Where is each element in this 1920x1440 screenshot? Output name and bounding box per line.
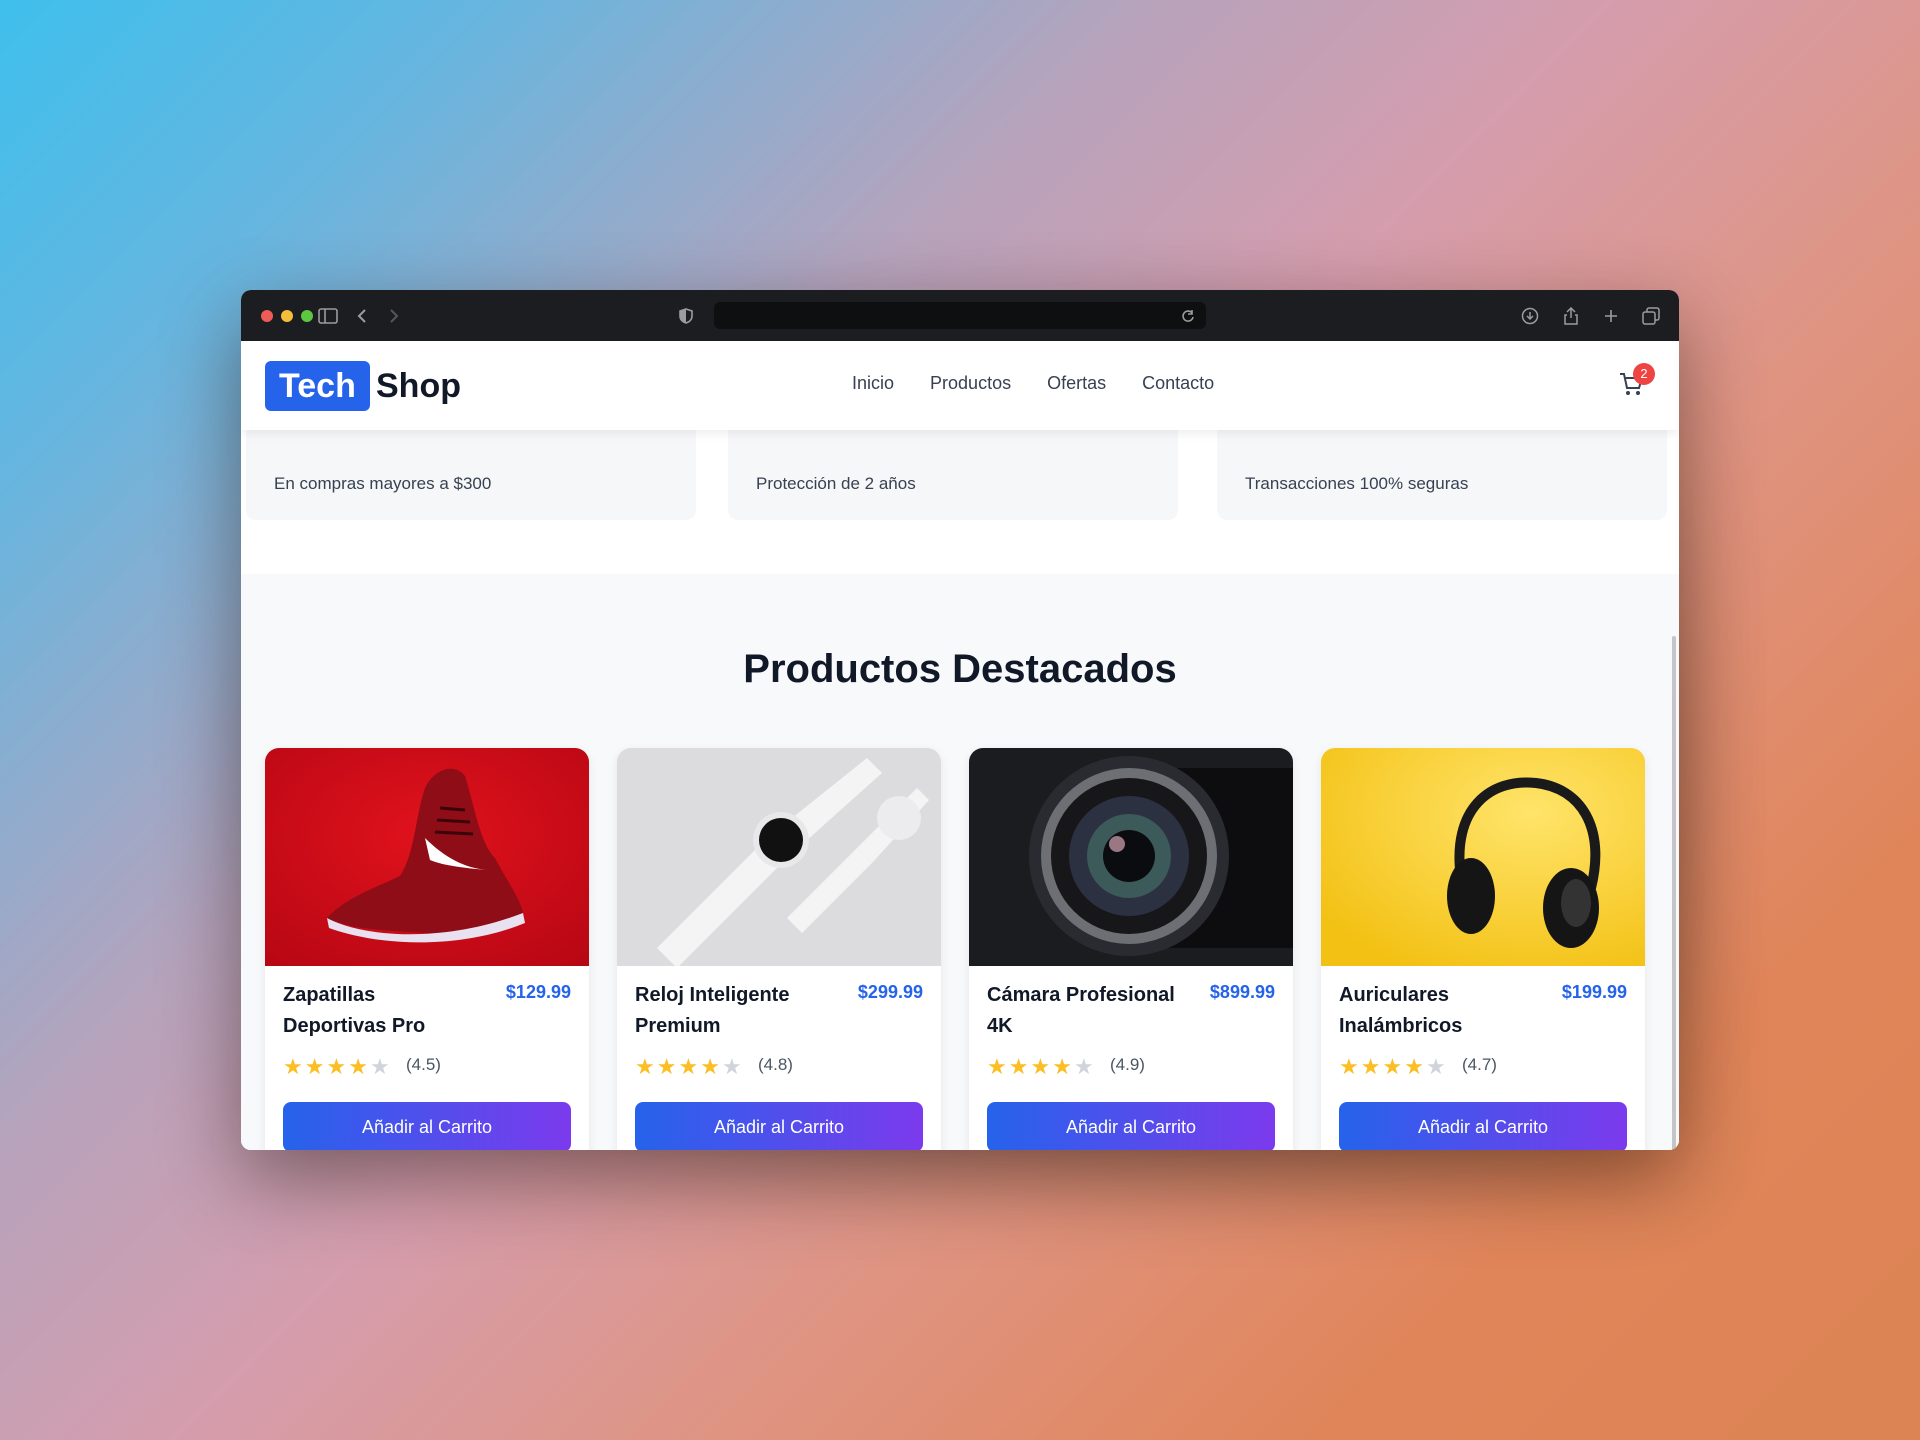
star-empty-icon: ★ <box>1425 1054 1446 1079</box>
product-card: Cámara Profesional 4K $899.99 ★ ★ ★ ★ ★ … <box>969 748 1293 1150</box>
rating-value: (4.8) <box>758 1055 793 1074</box>
product-image-smartwatch[interactable] <box>617 748 941 966</box>
browser-window: En compras mayores a $300 Protección de … <box>241 290 1679 1150</box>
download-icon[interactable] <box>1517 303 1543 329</box>
star-filled-icon: ★ <box>1360 1054 1381 1079</box>
star-rating: ★ ★ ★ ★ ★ <box>635 1055 742 1079</box>
add-to-cart-button[interactable]: Añadir al Carrito <box>987 1102 1275 1150</box>
star-empty-icon: ★ <box>1073 1054 1094 1079</box>
star-filled-icon: ★ <box>678 1054 699 1079</box>
nav-link-contacto[interactable]: Contacto <box>1142 373 1214 394</box>
nav-link-inicio[interactable]: Inicio <box>852 373 894 394</box>
star-empty-icon: ★ <box>369 1054 390 1079</box>
product-name[interactable]: Reloj Inteligente Premium <box>635 980 835 1042</box>
star-rating: ★ ★ ★ ★ ★ <box>1339 1055 1446 1079</box>
browser-toolbar <box>241 290 1679 341</box>
star-filled-icon: ★ <box>700 1054 720 1079</box>
star-filled-icon: ★ <box>1382 1054 1403 1079</box>
tab-overview-icon[interactable] <box>1638 303 1664 329</box>
star-filled-icon: ★ <box>1339 1054 1359 1079</box>
star-filled-icon: ★ <box>304 1054 325 1079</box>
add-to-cart-button[interactable]: Añadir al Carrito <box>283 1102 571 1150</box>
star-filled-icon: ★ <box>1030 1054 1051 1079</box>
product-price: $199.99 <box>1561 982 1627 1002</box>
nav-link-ofertas[interactable]: Ofertas <box>1047 373 1106 394</box>
product-image-headphones[interactable] <box>1321 748 1645 966</box>
star-filled-icon: ★ <box>987 1054 1007 1079</box>
rating-value: (4.9) <box>1110 1055 1145 1074</box>
star-filled-icon: ★ <box>1052 1054 1072 1079</box>
logo-tech[interactable]: Tech <box>265 361 370 411</box>
product-price: $129.99 <box>505 982 571 1002</box>
product-name[interactable]: Cámara Profesional 4K <box>987 980 1187 1042</box>
product-name[interactable]: Auriculares Inalámbricos <box>1339 980 1539 1042</box>
star-filled-icon: ★ <box>1404 1054 1424 1079</box>
star-filled-icon: ★ <box>326 1054 347 1079</box>
star-filled-icon: ★ <box>1008 1054 1029 1079</box>
address-bar[interactable] <box>714 302 1206 329</box>
star-filled-icon: ★ <box>635 1054 655 1079</box>
close-window-button[interactable] <box>261 310 273 322</box>
product-card: Auriculares Inalámbricos $199.99 ★ ★ ★ ★… <box>1321 748 1645 1150</box>
feature-text: En compras mayores a $300 <box>274 474 492 493</box>
site-header: Tech Shop Inicio Productos Ofertas Conta… <box>241 341 1679 430</box>
product-price: $899.99 <box>1209 982 1275 1002</box>
web-page: En compras mayores a $300 Protección de … <box>241 341 1679 1150</box>
star-rating: ★ ★ ★ ★ ★ <box>987 1055 1094 1079</box>
product-price: $299.99 <box>857 982 923 1002</box>
back-icon[interactable] <box>349 303 375 329</box>
star-empty-icon: ★ <box>721 1054 742 1079</box>
reload-icon[interactable] <box>1175 303 1201 329</box>
product-name[interactable]: Zapatillas Deportivas Pro <box>283 980 483 1042</box>
cart-count-badge: 2 <box>1633 363 1655 385</box>
star-filled-icon: ★ <box>656 1054 677 1079</box>
new-tab-icon[interactable] <box>1598 303 1624 329</box>
star-rating: ★ ★ ★ ★ ★ <box>283 1055 390 1079</box>
product-image-camera[interactable] <box>969 748 1293 966</box>
logo-shop[interactable]: Shop <box>376 361 461 411</box>
star-filled-icon: ★ <box>283 1054 303 1079</box>
page-scrollbar[interactable] <box>1672 636 1676 1150</box>
zoom-window-button[interactable] <box>301 310 313 322</box>
forward-icon[interactable] <box>381 303 407 329</box>
main-nav: Inicio Productos Ofertas Contacto <box>852 373 1214 394</box>
add-to-cart-button[interactable]: Añadir al Carrito <box>635 1102 923 1150</box>
add-to-cart-button[interactable]: Añadir al Carrito <box>1339 1102 1627 1150</box>
feature-text: Transacciones 100% seguras <box>1245 474 1469 493</box>
share-icon[interactable] <box>1558 303 1584 329</box>
sidebar-icon[interactable] <box>315 303 341 329</box>
product-image-sneaker[interactable] <box>265 748 589 966</box>
product-card: Reloj Inteligente Premium $299.99 ★ ★ ★ … <box>617 748 941 1150</box>
product-card: Zapatillas Deportivas Pro $129.99 ★ ★ ★ … <box>265 748 589 1150</box>
rating-value: (4.7) <box>1462 1055 1497 1074</box>
section-title: Productos Destacados <box>743 647 1177 691</box>
shield-icon[interactable] <box>673 303 699 329</box>
feature-text: Protección de 2 años <box>756 474 916 493</box>
rating-value: (4.5) <box>406 1055 441 1074</box>
minimize-window-button[interactable] <box>281 310 293 322</box>
nav-link-productos[interactable]: Productos <box>930 373 1011 394</box>
star-filled-icon: ★ <box>348 1054 368 1079</box>
